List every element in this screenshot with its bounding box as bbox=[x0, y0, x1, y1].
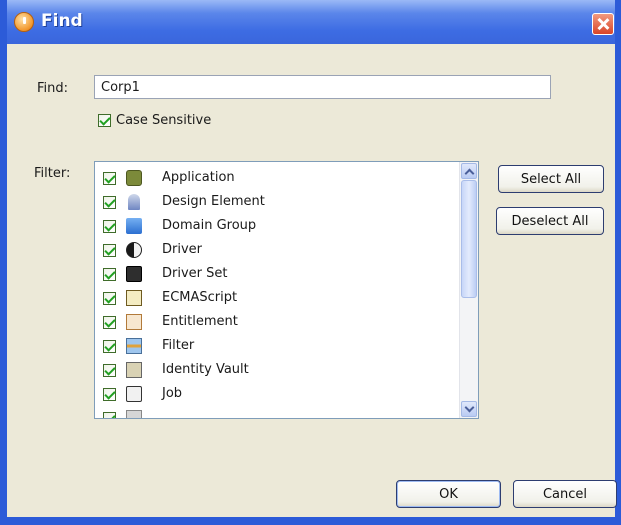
item-label: Job bbox=[162, 386, 183, 401]
item-checkbox[interactable] bbox=[103, 220, 116, 233]
list-item-driver-set[interactable]: Driver Set bbox=[95, 262, 455, 286]
entitlement-icon bbox=[126, 314, 142, 330]
title-bar[interactable]: Find bbox=[7, 0, 615, 44]
find-input[interactable] bbox=[94, 75, 551, 99]
identity-vault-icon bbox=[126, 362, 142, 378]
list-item-ecmascript[interactable]: ECMAScript bbox=[95, 286, 455, 310]
item-checkbox[interactable] bbox=[103, 292, 116, 305]
domain-group-icon bbox=[126, 218, 142, 234]
list-item-filter[interactable]: Filter bbox=[95, 334, 455, 358]
scroll-down-icon[interactable] bbox=[461, 401, 477, 417]
cancel-button[interactable]: Cancel bbox=[513, 480, 617, 508]
info-icon bbox=[14, 12, 34, 32]
design-element-icon bbox=[128, 194, 140, 210]
filter-label: Filter: bbox=[34, 166, 71, 181]
item-label: Design Element bbox=[162, 194, 265, 209]
partial-item-icon bbox=[126, 410, 142, 418]
item-checkbox[interactable] bbox=[103, 268, 116, 281]
item-label: Identity Vault bbox=[162, 362, 249, 377]
application-icon bbox=[126, 170, 142, 186]
find-dialog: Find Find: Case Sensitive Filter: Applic… bbox=[0, 0, 621, 525]
case-sensitive-checkbox[interactable] bbox=[98, 114, 111, 127]
list-item-entitlement[interactable]: Entitlement bbox=[95, 310, 455, 334]
scroll-up-icon[interactable] bbox=[461, 163, 477, 179]
item-label: Entitlement bbox=[162, 314, 238, 329]
scroll-thumb[interactable] bbox=[461, 180, 477, 298]
item-label: Driver Set bbox=[162, 266, 228, 281]
filter-list-scrollbar[interactable] bbox=[459, 162, 478, 418]
item-label: Application bbox=[162, 170, 235, 185]
deselect-all-button[interactable]: Deselect All bbox=[496, 207, 604, 235]
item-checkbox[interactable] bbox=[103, 172, 116, 185]
window-title: Find bbox=[41, 11, 83, 31]
filter-list[interactable]: Application Design Element Domain Group … bbox=[94, 161, 479, 419]
item-label: Driver bbox=[162, 242, 203, 257]
find-label: Find: bbox=[37, 81, 69, 96]
item-checkbox[interactable] bbox=[103, 412, 116, 418]
item-checkbox[interactable] bbox=[103, 316, 116, 329]
item-checkbox[interactable] bbox=[103, 196, 116, 209]
list-item-partial[interactable] bbox=[95, 406, 455, 418]
list-item-identity-vault[interactable]: Identity Vault bbox=[95, 358, 455, 382]
list-item-application[interactable]: Application bbox=[95, 166, 455, 190]
item-checkbox[interactable] bbox=[103, 364, 116, 377]
list-item-job[interactable]: Job bbox=[95, 382, 455, 406]
select-all-button[interactable]: Select All bbox=[498, 165, 604, 193]
item-checkbox[interactable] bbox=[103, 340, 116, 353]
item-label: Domain Group bbox=[162, 218, 257, 233]
list-item-domain-group[interactable]: Domain Group bbox=[95, 214, 455, 238]
list-item-driver[interactable]: Driver bbox=[95, 238, 455, 262]
item-label: ECMAScript bbox=[162, 290, 238, 305]
item-label: Filter bbox=[162, 338, 195, 353]
driver-icon bbox=[126, 242, 142, 258]
driver-set-icon bbox=[126, 266, 142, 282]
job-icon bbox=[126, 386, 142, 402]
item-checkbox[interactable] bbox=[103, 244, 116, 257]
close-icon[interactable] bbox=[592, 13, 614, 35]
filter-icon bbox=[126, 338, 142, 354]
ecmascript-icon bbox=[126, 290, 142, 306]
list-item-design-element[interactable]: Design Element bbox=[95, 190, 455, 214]
item-checkbox[interactable] bbox=[103, 388, 116, 401]
ok-button[interactable]: OK bbox=[396, 480, 501, 508]
case-sensitive-label[interactable]: Case Sensitive bbox=[116, 113, 211, 128]
